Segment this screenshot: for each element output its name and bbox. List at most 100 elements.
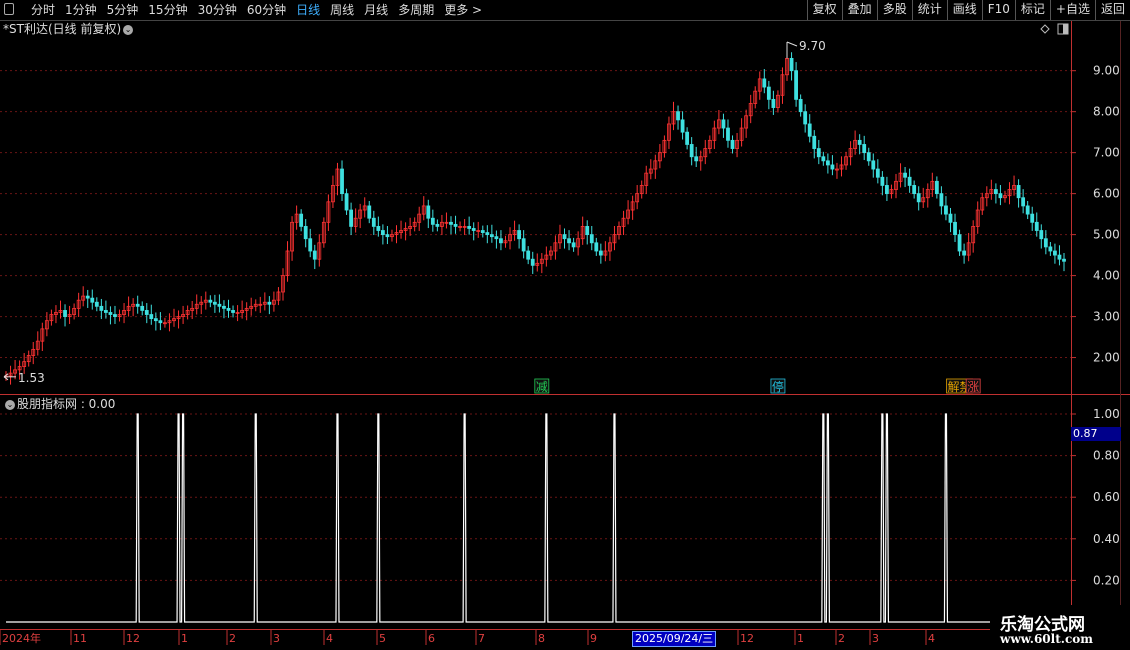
date-tick-label: 7 <box>478 632 485 645</box>
candle-body <box>99 305 104 311</box>
candle-body <box>903 172 907 178</box>
candle-body <box>875 168 880 178</box>
candle-body <box>1030 213 1035 223</box>
candle-body <box>1057 254 1062 260</box>
low-price-label: 1.53 <box>18 371 45 385</box>
price-axis: 9.00 8.00 7.00 6.00 5.00 4.00 3.00 2.00 9.70 1.53 <box>3 39 1120 385</box>
price-series <box>4 42 1066 385</box>
chart-canvas: 9.00 8.00 7.00 6.00 5.00 4.00 3.00 2.00 9.70 1.53… <box>0 21 1130 645</box>
date-tick-label: 4 <box>326 632 333 645</box>
candle-body <box>562 234 567 240</box>
candle-body <box>953 221 957 236</box>
chevron-down-icon[interactable]: ⌄ <box>5 399 15 410</box>
date-tick-label: 2 <box>838 632 845 645</box>
candle-body <box>103 310 108 313</box>
candle-body <box>153 318 158 322</box>
candle-body <box>685 131 690 145</box>
candle-body <box>821 156 826 162</box>
candle-body <box>885 185 889 195</box>
candle-body <box>267 301 272 305</box>
candle-body <box>771 98 776 108</box>
candle-body <box>726 127 730 141</box>
watermark-url: www.60lt.com <box>1000 632 1093 646</box>
candle-body <box>299 213 304 227</box>
candle-body <box>1016 185 1021 199</box>
candle-body <box>453 223 458 227</box>
candle-body <box>349 209 353 227</box>
candle-body <box>830 164 835 170</box>
candle-body <box>916 193 921 203</box>
candle-body <box>993 189 998 195</box>
candle-body <box>367 205 372 219</box>
candle-body <box>998 193 1003 199</box>
candle-body <box>435 223 440 227</box>
candle-body <box>948 213 953 223</box>
date-tick-label: 12 <box>740 632 754 645</box>
candle-body <box>766 86 771 100</box>
candle-body <box>689 144 694 158</box>
candle-body <box>385 234 390 238</box>
candle-body <box>530 258 535 266</box>
candle-body <box>1039 230 1044 240</box>
candle-body <box>825 160 830 166</box>
candle-body <box>480 230 485 233</box>
date-tick-label: 8 <box>538 632 545 645</box>
high-price-label: 9.70 <box>799 39 826 53</box>
candle-body <box>807 123 812 137</box>
candle-body <box>308 238 313 252</box>
price-tick-label: 9.00 <box>1093 64 1120 78</box>
candle-body <box>371 217 376 227</box>
date-tick-label: 9 <box>590 632 597 645</box>
candle-body <box>222 305 226 309</box>
candle-body <box>113 314 117 317</box>
candle-body <box>449 221 453 225</box>
indicator-series <box>6 413 1064 623</box>
indicator-line <box>6 413 1064 623</box>
main-chart-title-text: *ST利达(日线 前复权) <box>3 22 122 36</box>
candle-body <box>939 193 944 207</box>
date-tick-label: 11 <box>73 632 87 645</box>
candle-body <box>467 226 472 229</box>
candle-body <box>598 250 603 256</box>
candle-body <box>594 242 599 252</box>
candle-body <box>217 303 222 307</box>
date-tick-label: 1 <box>797 632 804 645</box>
candle-body <box>1043 238 1048 248</box>
candle-body <box>1034 221 1039 231</box>
chevron-down-icon[interactable]: ⌄ <box>123 24 134 35</box>
date-tick-label: 12 <box>126 632 140 645</box>
candle-body <box>694 156 699 162</box>
candle-body <box>567 238 571 244</box>
candle-body <box>90 297 95 303</box>
indicator-tick-label: 0.20 <box>1093 573 1120 587</box>
candle-body <box>303 226 308 240</box>
candle-body <box>85 295 90 299</box>
candle-body <box>340 168 344 195</box>
candle-body <box>231 310 235 313</box>
date-tick-label: 1 <box>181 632 188 645</box>
candle-body <box>344 193 349 211</box>
indicator-tick-label: 0.40 <box>1093 532 1120 546</box>
candle-body <box>676 111 680 121</box>
event-markers: 减停解禁涨 <box>534 378 981 394</box>
high-label-pointer <box>786 41 798 47</box>
candle-body <box>485 232 490 236</box>
candle-body <box>108 312 113 315</box>
candle-body <box>803 111 808 125</box>
candle-body <box>489 234 494 238</box>
price-tick-label: 6.00 <box>1093 187 1120 201</box>
candle-body <box>934 180 939 195</box>
candle-body <box>789 57 794 72</box>
date-tick-label: 2 <box>229 632 236 645</box>
candle-body <box>63 310 67 317</box>
candle-body <box>1021 197 1026 207</box>
candle-body <box>957 234 962 252</box>
candle-body <box>589 234 594 244</box>
main-chart-title: *ST利达(日线 前复权) ⌄ <box>3 21 135 37</box>
price-tick-label: 8.00 <box>1093 105 1120 119</box>
candle-body <box>1048 246 1053 252</box>
candle-body <box>94 301 99 307</box>
indicator-tick-label: 0.80 <box>1093 449 1120 463</box>
date-tick-label: 3 <box>273 632 280 645</box>
candle-body <box>798 98 803 113</box>
